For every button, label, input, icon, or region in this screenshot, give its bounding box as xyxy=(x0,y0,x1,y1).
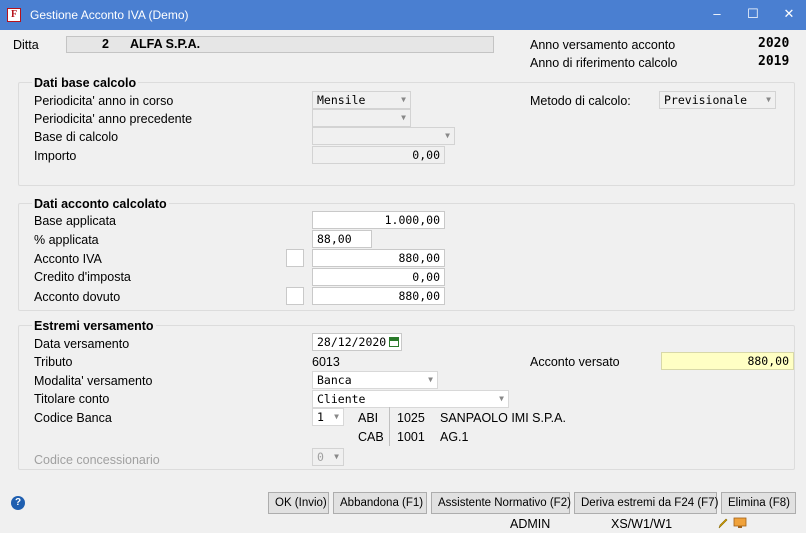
credito-label: Credito d'imposta xyxy=(34,270,131,284)
perc-applicata-label: % applicata xyxy=(34,233,99,247)
ditta-code: 2 xyxy=(102,37,109,51)
titolare-label: Titolare conto xyxy=(34,392,110,406)
abi-label: ABI xyxy=(358,411,379,425)
chevron-down-icon: ▼ xyxy=(499,394,504,403)
chevron-down-icon: ▼ xyxy=(766,95,771,104)
acconto-versato-field[interactable]: 880,00 xyxy=(661,352,794,370)
periodicita-corso-select[interactable]: Mensile ▼ xyxy=(312,91,411,109)
monitor-icon xyxy=(733,517,747,529)
base-applicata-label: Base applicata xyxy=(34,214,117,228)
titolare-value: Cliente xyxy=(317,392,366,406)
deriva-estremi-button[interactable]: Deriva estremi da F24 (F7) xyxy=(574,492,718,514)
importo-label: Importo xyxy=(34,149,77,163)
abi-name: SANPAOLO IMI S.P.A. xyxy=(440,411,566,425)
importo-field[interactable]: 0,00 xyxy=(312,146,445,164)
acconto-iva-checkbox[interactable] xyxy=(286,249,304,267)
abbandona-button[interactable]: Abbandona (F1) xyxy=(333,492,427,514)
tributo-label: Tributo xyxy=(34,355,73,369)
concessionario-select[interactable]: 0 ▼ xyxy=(312,448,344,466)
base-calcolo-label: Base di calcolo xyxy=(34,130,119,144)
codice-banca-select[interactable]: 1 ▼ xyxy=(312,408,344,426)
main-window: F Gestione Acconto IVA (Demo) ‒ ☐ ✕ Ditt… xyxy=(0,0,806,533)
perc-applicata-field[interactable]: 88,00 xyxy=(312,230,372,248)
data-versamento-label: Data versamento xyxy=(34,337,130,351)
acconto-iva-field[interactable]: 880,00 xyxy=(312,249,445,267)
window-title: Gestione Acconto IVA (Demo) xyxy=(30,8,189,22)
periodicita-prec-select[interactable]: ▼ xyxy=(312,109,411,127)
calendar-icon[interactable] xyxy=(389,337,399,347)
codice-banca-label: Codice Banca xyxy=(34,411,112,425)
ditta-name: ALFA S.P.A. xyxy=(130,37,201,51)
chevron-down-icon: ▼ xyxy=(334,412,339,421)
ditta-label: Ditta xyxy=(13,38,39,52)
dati-acconto-title: Dati acconto calcolato xyxy=(32,197,169,211)
minimize-button[interactable]: ‒ xyxy=(700,0,734,30)
concessionario-label: Codice concessionario xyxy=(34,453,160,467)
edit-icon xyxy=(718,518,728,529)
elimina-button[interactable]: Elimina (F8) xyxy=(721,492,796,514)
metodo-label: Metodo di calcolo: xyxy=(530,94,631,108)
app-icon: F xyxy=(7,8,21,22)
chevron-down-icon: ▼ xyxy=(334,452,339,461)
periodicita-corso-label: Periodicita' anno in corso xyxy=(34,94,174,108)
abi-code: 1025 xyxy=(397,411,425,425)
credito-field[interactable]: 0,00 xyxy=(312,268,445,286)
acconto-dovuto-checkbox[interactable] xyxy=(286,287,304,305)
metodo-select[interactable]: Previsionale ▼ xyxy=(659,91,776,109)
tributo-value: 6013 xyxy=(312,355,340,369)
chevron-down-icon: ▼ xyxy=(401,113,406,122)
cab-name: AG.1 xyxy=(440,430,469,444)
codice-banca-value: 1 xyxy=(317,410,324,424)
anno-versamento-value: 2020 xyxy=(758,36,790,51)
acconto-dovuto-field[interactable]: 880,00 xyxy=(312,287,445,305)
modalita-value: Banca xyxy=(317,373,352,387)
metodo-value: Previsionale xyxy=(664,93,748,107)
status-terminal: XS/W1/W1 xyxy=(611,517,673,531)
concessionario-value: 0 xyxy=(317,450,324,464)
acconto-dovuto-label: Acconto dovuto xyxy=(34,290,121,304)
modalita-select[interactable]: Banca ▼ xyxy=(312,371,438,389)
assistente-normativo-button[interactable]: Assistente Normativo (F2) xyxy=(431,492,571,514)
close-button[interactable]: ✕ xyxy=(772,0,806,30)
base-applicata-field[interactable]: 1.000,00 xyxy=(312,211,445,229)
periodicita-corso-value: Mensile xyxy=(317,93,366,107)
maximize-button[interactable]: ☐ xyxy=(736,0,770,30)
help-icon[interactable]: ? xyxy=(11,496,25,510)
anno-riferimento-label: Anno di riferimento calcolo xyxy=(530,56,678,70)
anno-versamento-label: Anno versamento acconto xyxy=(530,38,676,52)
estremi-title: Estremi versamento xyxy=(32,319,156,333)
cab-label: CAB xyxy=(358,430,384,444)
cab-code: 1001 xyxy=(397,430,425,444)
acconto-iva-label: Acconto IVA xyxy=(34,252,102,266)
chevron-down-icon: ▼ xyxy=(428,375,433,384)
ok-button[interactable]: OK (Invio) xyxy=(268,492,329,514)
base-calcolo-select[interactable]: ▼ xyxy=(312,127,455,145)
title-bar: F Gestione Acconto IVA (Demo) ‒ ☐ ✕ xyxy=(0,0,806,30)
titolare-select[interactable]: Cliente ▼ xyxy=(312,390,509,408)
cab-divider xyxy=(389,426,390,446)
anno-riferimento-value: 2019 xyxy=(758,54,790,69)
modalita-label: Modalita' versamento xyxy=(34,374,153,388)
chevron-down-icon: ▼ xyxy=(445,131,450,140)
abi-divider xyxy=(389,407,390,427)
acconto-versato-label: Acconto versato xyxy=(530,355,620,369)
periodicita-prec-label: Periodicita' anno precedente xyxy=(34,112,193,126)
dati-base-title: Dati base calcolo xyxy=(32,76,139,90)
status-user: ADMIN xyxy=(510,517,551,531)
chevron-down-icon: ▼ xyxy=(401,95,406,104)
